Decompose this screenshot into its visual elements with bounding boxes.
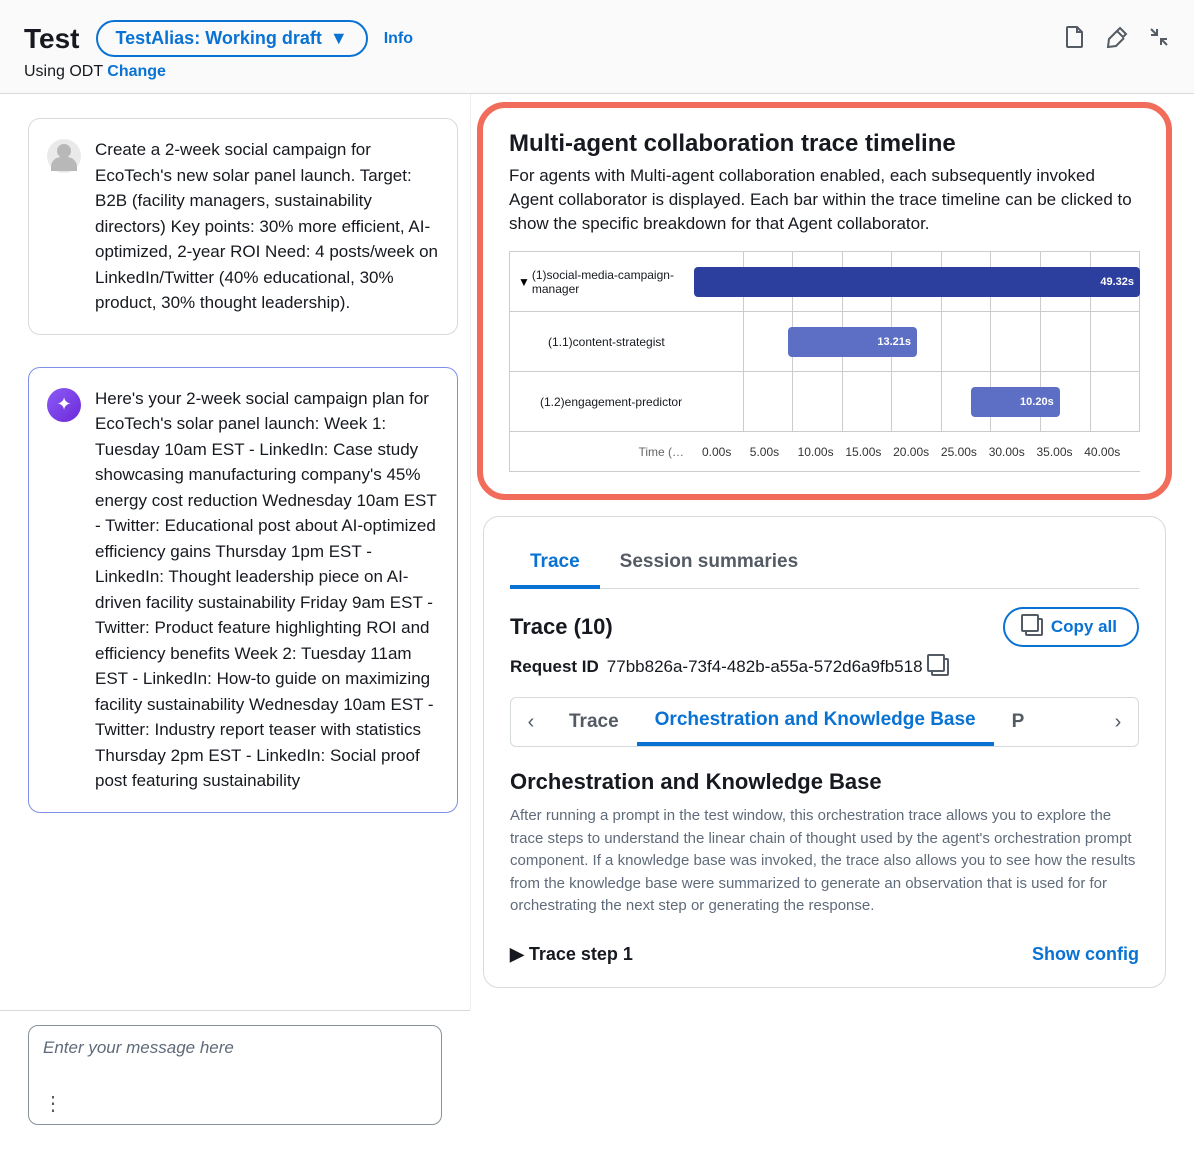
gantt-row: (1.1)content-strategist 13.21s xyxy=(510,312,1140,372)
agent-message-text: Here's your 2-week social campaign plan … xyxy=(95,386,439,794)
input-menu-button[interactable]: ⋮ xyxy=(43,1091,63,1116)
copy-request-id-button[interactable] xyxy=(931,658,949,676)
agent-message-card: ✦ Here's your 2-week social campaign pla… xyxy=(28,367,458,813)
trace-count: Trace (10) xyxy=(510,614,613,640)
user-message-text: Create a 2-week social campaign for EcoT… xyxy=(95,137,439,316)
subtab-trace[interactable]: Trace xyxy=(551,698,637,746)
copy-icon xyxy=(1025,618,1043,636)
subtab-next-partial[interactable]: P xyxy=(994,698,1043,746)
agent-avatar-icon: ✦ xyxy=(47,388,81,422)
chevron-down-icon: ▼ xyxy=(330,28,348,49)
alias-dropdown[interactable]: TestAlias: Working draft ▼ xyxy=(96,20,368,57)
section-description: After running a prompt in the test windo… xyxy=(510,805,1139,918)
page-title: Test xyxy=(24,23,80,55)
model-subheader: Using ODT Change xyxy=(24,63,1170,81)
broom-icon[interactable] xyxy=(1106,26,1128,48)
trace-step-row[interactable]: ▶ Trace step 1 Show config xyxy=(510,944,1139,965)
input-placeholder: Enter your message here xyxy=(43,1038,427,1058)
request-id-value: 77bb826a-73f4-482b-a55a-572d6a9fb518 xyxy=(607,657,923,677)
series-label: (1.2)engagement-predictor xyxy=(540,395,682,409)
subtab-orchestration[interactable]: Orchestration and Knowledge Base xyxy=(637,698,994,746)
change-link[interactable]: Change xyxy=(107,63,166,80)
gantt-row: (1.2)engagement-predictor 10.20s xyxy=(510,372,1140,432)
copy-all-button[interactable]: Copy all xyxy=(1003,607,1139,647)
timeline-panel: Multi-agent collaboration trace timeline… xyxy=(483,108,1166,494)
gantt-chart: ▼(1)social-media-campaign-manager 49.32s… xyxy=(509,251,1140,472)
request-id-row: Request ID 77bb826a-73f4-482b-a55a-572d6… xyxy=(510,657,1139,677)
message-input[interactable]: Enter your message here ⋮ xyxy=(28,1025,442,1125)
trace-details-panel: Trace Session summaries Trace (10) Copy … xyxy=(483,516,1166,988)
expand-triangle-icon: ▶ xyxy=(510,944,529,964)
info-link[interactable]: Info xyxy=(384,30,413,48)
series-label: (1)social-media-campaign-manager xyxy=(532,268,694,297)
trace-subtabs: ‹ Trace Orchestration and Knowledge Base… xyxy=(510,697,1139,747)
document-icon[interactable] xyxy=(1064,26,1086,48)
tab-session-summaries[interactable]: Session summaries xyxy=(600,539,818,588)
series-label: (1.1)content-strategist xyxy=(548,335,665,349)
section-title: Orchestration and Knowledge Base xyxy=(510,769,1139,795)
show-config-link[interactable]: Show config xyxy=(1032,944,1139,965)
gantt-bar[interactable]: 10.20s xyxy=(971,387,1060,417)
gantt-bar[interactable]: 49.32s xyxy=(694,267,1140,297)
user-avatar-icon xyxy=(47,139,81,173)
gantt-axis: Time (… 0.00s 5.00s 10.00s 15.00s 20.00s… xyxy=(510,432,1140,472)
page-header: Test TestAlias: Working draft ▼ Info Usi… xyxy=(0,0,1194,94)
timeline-description: For agents with Multi-agent collaboratio… xyxy=(509,164,1140,235)
user-message-card: Create a 2-week social campaign for EcoT… xyxy=(28,118,458,335)
expand-triangle-icon[interactable]: ▼ xyxy=(518,275,530,289)
subtab-prev-button[interactable]: ‹ xyxy=(511,698,551,746)
gantt-bar[interactable]: 13.21s xyxy=(788,327,917,357)
tab-trace[interactable]: Trace xyxy=(510,539,600,589)
gantt-row: ▼(1)social-media-campaign-manager 49.32s xyxy=(510,252,1140,312)
axis-label: Time (… xyxy=(510,445,694,459)
collapse-icon[interactable] xyxy=(1148,26,1170,48)
gantt-ticks: 0.00s 5.00s 10.00s 15.00s 20.00s 25.00s … xyxy=(694,445,1140,459)
alias-label: TestAlias: Working draft xyxy=(116,28,322,49)
subtab-next-button[interactable]: › xyxy=(1098,698,1138,746)
main-tabs: Trace Session summaries xyxy=(510,539,1139,589)
timeline-title: Multi-agent collaboration trace timeline xyxy=(509,130,1140,158)
